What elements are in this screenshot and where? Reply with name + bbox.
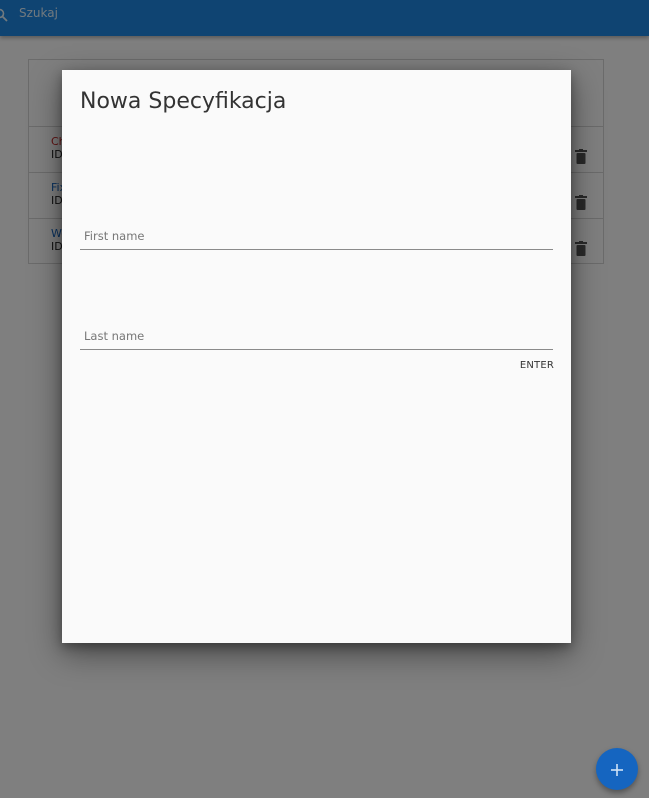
last-name-field bbox=[80, 318, 553, 350]
first-name-input[interactable] bbox=[80, 218, 553, 249]
enter-button[interactable]: ENTER bbox=[520, 360, 554, 371]
last-name-input[interactable] bbox=[80, 318, 553, 349]
new-specification-dialog: Nowa Specyfikacja ENTER bbox=[62, 70, 571, 643]
first-name-field bbox=[80, 218, 553, 250]
add-button[interactable] bbox=[596, 748, 638, 790]
plus-icon bbox=[610, 762, 624, 776]
dialog-title: Nowa Specyfikacja bbox=[80, 89, 287, 114]
